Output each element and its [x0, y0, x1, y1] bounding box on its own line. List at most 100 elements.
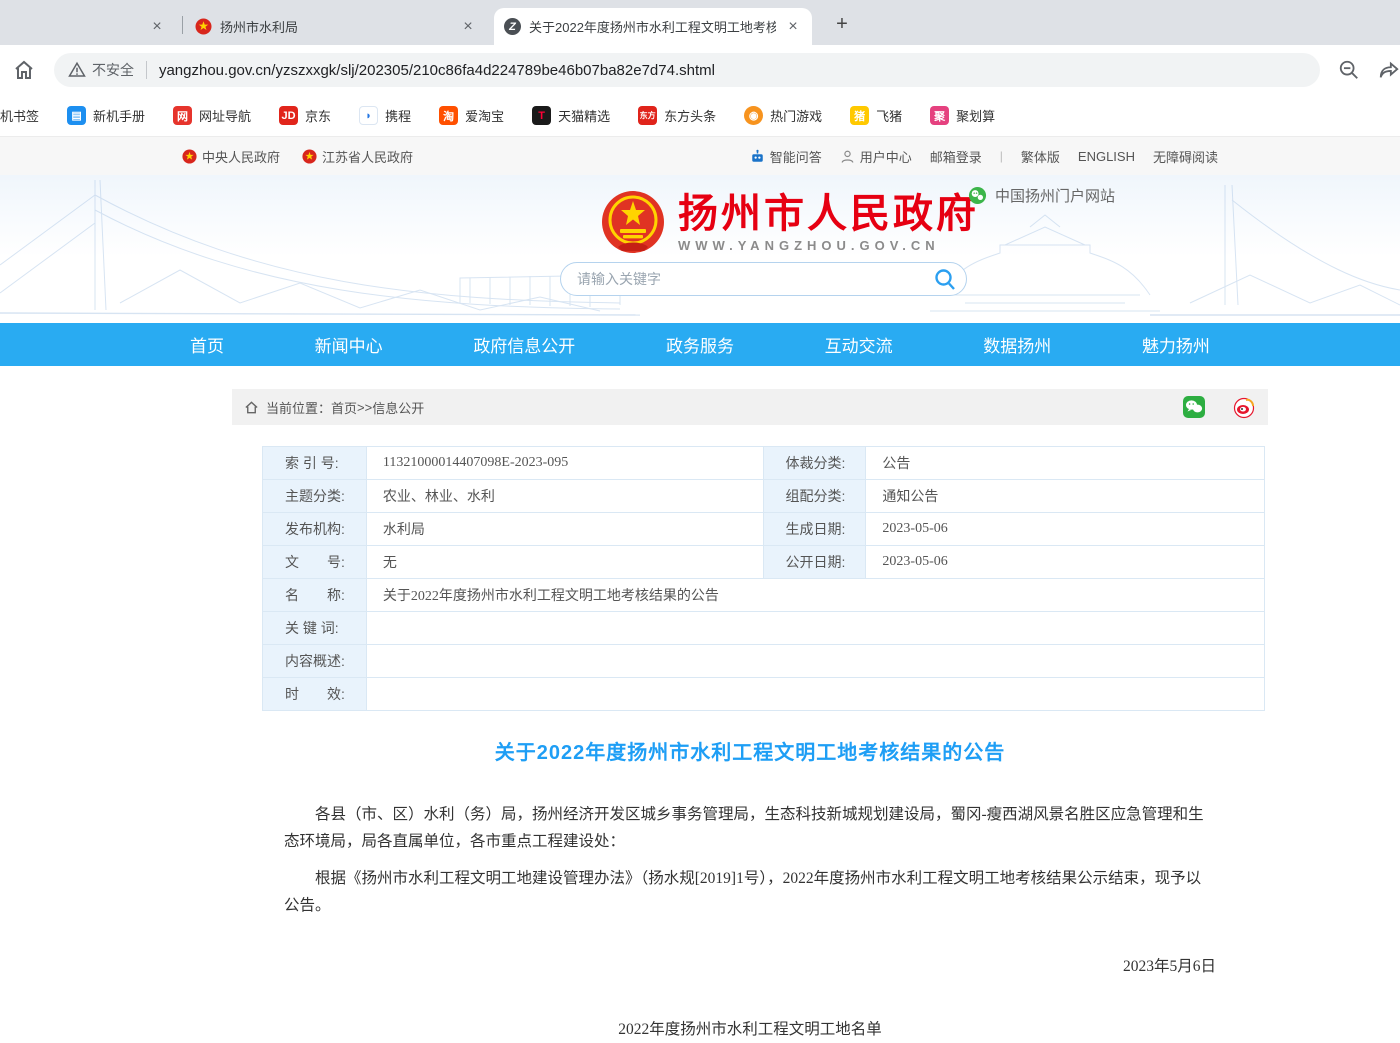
- bookmarks-bar: 机书签 ▤ 新机手册 网 网址导航 JD 京东 ◗ 携程 淘 爱淘宝 T 天猫精…: [0, 95, 1400, 137]
- breadcrumb: 当前位置： 首页 >> 信息公开: [232, 389, 1268, 425]
- gov-link-label: ENGLISH: [1078, 149, 1135, 164]
- bookmark-label: 京东: [305, 106, 331, 125]
- bookmark-item[interactable]: 淘 爱淘宝: [439, 106, 504, 125]
- article-title: 关于2022年度扬州市水利工程文明工地考核结果的公告: [232, 736, 1268, 765]
- gov-emblem-icon: [302, 149, 317, 164]
- weibo-share-icon[interactable]: [1232, 395, 1256, 419]
- link-accessible[interactable]: 无障碍阅读: [1153, 147, 1218, 166]
- bookmark-label: 飞猪: [876, 106, 902, 125]
- link-english[interactable]: ENGLISH: [1078, 149, 1135, 164]
- security-label[interactable]: 不安全: [92, 60, 134, 80]
- close-icon[interactable]: ×: [148, 18, 166, 36]
- juhuasuan-icon: 聚: [930, 106, 949, 125]
- bookmark-label: 新机手册: [93, 106, 145, 125]
- url-text[interactable]: yangzhou.gov.cn/yzszxxgk/slj/202305/210c…: [159, 62, 715, 79]
- gov-link-label: 智能问答: [770, 147, 822, 166]
- breadcrumb-home-link[interactable]: 首页: [331, 398, 357, 417]
- security-warning-icon: [68, 61, 86, 79]
- bookmark-label: 东方头条: [664, 106, 716, 125]
- omnibox-divider: [146, 61, 147, 79]
- link-user-center[interactable]: 用户中心: [840, 147, 912, 166]
- nav-item-services[interactable]: 政务服务: [666, 332, 734, 357]
- url-omnibox[interactable]: 不安全 yangzhou.gov.cn/yzszxxgk/slj/202305/…: [54, 53, 1320, 87]
- zoom-out-icon[interactable]: [1338, 59, 1360, 81]
- bookmark-label: 机书签: [0, 106, 39, 125]
- tab-yangzhou-water-bureau[interactable]: 扬州市水利局 ×: [185, 8, 487, 45]
- nav-item-home[interactable]: 首页: [190, 332, 224, 357]
- toutiao-icon: 东方: [638, 106, 657, 125]
- tab-partial[interactable]: ×: [0, 8, 180, 45]
- page-content: 当前位置： 首页 >> 信息公开 索 引 号: 1132100001440709…: [0, 366, 1400, 997]
- site-title: 扬州市人民政府: [678, 192, 979, 236]
- site-favicon: Z: [504, 18, 521, 35]
- gov-link-label: 用户中心: [860, 147, 912, 166]
- bookmark-label: 爱淘宝: [465, 106, 504, 125]
- ctrip-icon: ◗: [359, 106, 378, 125]
- gov-utility-bar: 中央人民政府 江苏省人民政府 智能问答 用户中心 邮箱登录 | 繁体版: [0, 137, 1400, 175]
- search-button[interactable]: [930, 264, 960, 294]
- article-list-title: 2022年度扬州市水利工程文明工地名单: [284, 1016, 1216, 1043]
- site-search: [560, 262, 967, 296]
- nav-site-icon: 网: [173, 106, 192, 125]
- globe-icon: [968, 186, 987, 205]
- nav-item-charm[interactable]: 魅力扬州: [1142, 332, 1210, 357]
- link-smart-qa[interactable]: 智能问答: [750, 147, 822, 166]
- link-mail-login[interactable]: 邮箱登录: [930, 147, 982, 166]
- user-icon: [840, 149, 855, 164]
- article-date: 2023年5月6日: [284, 953, 1216, 980]
- gov-link-label: 无障碍阅读: [1153, 147, 1218, 166]
- gov-link-label: 繁体版: [1021, 147, 1060, 166]
- breadcrumb-separator: >>: [357, 400, 372, 415]
- bookmark-label: 热门游戏: [770, 106, 822, 125]
- portal-label: 中国扬州门户网站: [995, 185, 1115, 206]
- bookmark-item[interactable]: ◉ 热门游戏: [744, 106, 822, 125]
- gov-link-label: 江苏省人民政府: [322, 147, 413, 166]
- bookmark-item[interactable]: 东方 东方头条: [638, 106, 716, 125]
- site-url-caption: WWW.YANGZHOU.GOV.CN: [678, 238, 979, 253]
- bookmark-item[interactable]: T 天猫精选: [532, 106, 610, 125]
- bookmark-label: 网址导航: [199, 106, 251, 125]
- breadcrumb-current-link[interactable]: 信息公开: [372, 398, 424, 417]
- gov-emblem-icon: [182, 149, 197, 164]
- close-icon[interactable]: ×: [459, 18, 477, 36]
- bookmark-item[interactable]: JD 京东: [279, 106, 331, 125]
- article-paragraph: 各县（市、区）水利（务）局，扬州经济开发区城乡事务管理局，生态科技新城规划建设局…: [284, 801, 1216, 855]
- tab-title: 关于2022年度扬州市水利工程文明工地考核结果的公告: [529, 17, 776, 36]
- bookmark-label: 聚划算: [956, 106, 995, 125]
- bookmark-item[interactable]: 网 网址导航: [173, 106, 251, 125]
- bookmark-item[interactable]: 机书签: [0, 106, 39, 125]
- games-icon: ◉: [744, 106, 763, 125]
- bookmark-item[interactable]: 聚 聚划算: [930, 106, 995, 125]
- share-icon[interactable]: [1378, 59, 1400, 81]
- close-icon[interactable]: ×: [784, 18, 802, 36]
- bookmark-item[interactable]: ◗ 携程: [359, 106, 411, 125]
- new-tab-button[interactable]: +: [828, 10, 856, 38]
- main-navigation: 首页 新闻中心 政府信息公开 政务服务 互动交流 数据扬州 魅力扬州: [0, 323, 1400, 366]
- taobao-icon: 淘: [439, 106, 458, 125]
- gov-link-label: 邮箱登录: [930, 147, 982, 166]
- home-icon[interactable]: [12, 58, 36, 82]
- tab-title: 扬州市水利局: [220, 17, 451, 36]
- gov-link-label: 中央人民政府: [202, 147, 280, 166]
- site-logo[interactable]: 扬州市人民政府 WWW.YANGZHOU.GOV.CN: [600, 189, 979, 255]
- gov-emblem-favicon: [195, 18, 212, 35]
- link-traditional[interactable]: 繁体版: [1021, 147, 1060, 166]
- browser-address-bar: 不安全 yangzhou.gov.cn/yzszxxgk/slj/202305/…: [0, 45, 1400, 95]
- tab-active-announcement[interactable]: Z 关于2022年度扬州市水利工程文明工地考核结果的公告 ×: [494, 8, 812, 45]
- wechat-share-icon[interactable]: [1182, 395, 1206, 419]
- bookmark-item[interactable]: ▤ 新机手册: [67, 106, 145, 125]
- link-jiangsu-gov[interactable]: 江苏省人民政府: [302, 147, 413, 166]
- nav-item-info-disclosure[interactable]: 政府信息公开: [473, 332, 575, 357]
- bookmark-item[interactable]: 猪 飞猪: [850, 106, 902, 125]
- nav-item-interaction[interactable]: 互动交流: [825, 332, 893, 357]
- search-icon: [933, 267, 957, 291]
- nav-item-data[interactable]: 数据扬州: [983, 332, 1051, 357]
- bookmark-label: 携程: [385, 106, 411, 125]
- article: 关于2022年度扬州市水利工程文明工地考核结果的公告 各县（市、区）水利（务）局…: [232, 446, 1268, 1043]
- portal-link[interactable]: 中国扬州门户网站: [968, 185, 1115, 206]
- link-central-gov[interactable]: 中央人民政府: [182, 147, 280, 166]
- nav-item-news[interactable]: 新闻中心: [315, 332, 383, 357]
- tab-divider: [182, 16, 183, 34]
- jd-icon: JD: [279, 106, 298, 125]
- search-input[interactable]: [577, 271, 930, 287]
